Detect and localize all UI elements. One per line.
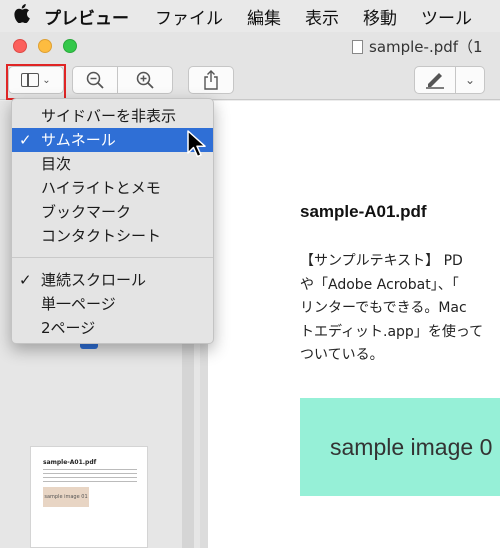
menu-app-name[interactable]: プレビュー <box>44 4 129 29</box>
menu-item-label: ハイライトとメモ <box>41 179 161 197</box>
menu-item-table-of-contents[interactable]: 目次 <box>12 152 213 176</box>
menu-item-label: 連続スクロール <box>41 271 147 289</box>
menu-item-thumbnails[interactable]: ✓ サムネール <box>12 128 213 152</box>
menu-item-continuous-scroll[interactable]: ✓ 連続スクロール <box>12 268 213 292</box>
markup-options-button[interactable]: ⌄ <box>455 66 485 94</box>
share-button[interactable] <box>188 66 234 94</box>
menu-item-label: 単一ページ <box>41 295 116 313</box>
window-title: sample-.pdf（1 <box>352 36 483 57</box>
document-line: 【サンプルテキスト】 PD <box>300 253 463 269</box>
share-icon <box>204 70 218 90</box>
thumbnail-text-lines <box>43 469 137 483</box>
markup-button[interactable] <box>414 66 456 94</box>
checkmark-icon: ✓ <box>19 131 32 149</box>
menu-item-single-page[interactable]: 単一ページ <box>12 292 213 316</box>
menu-go[interactable]: 移動 <box>363 4 397 29</box>
minimize-window-button[interactable] <box>38 39 52 53</box>
pen-icon <box>426 73 444 89</box>
window-title-text: sample-.pdf（1 <box>369 38 483 56</box>
document-line: トエディット.app」を使って <box>300 323 484 340</box>
menu-item-two-pages[interactable]: 2ページ <box>12 316 213 340</box>
menu-item-label: サムネール <box>41 131 116 149</box>
menu-item-label: コンタクトシート <box>41 227 162 245</box>
page-thumbnail[interactable]: sample-A01.pdf sample image 01 <box>30 446 148 548</box>
menu-item-label: 2ページ <box>41 319 96 337</box>
menu-item-label: 目次 <box>41 155 72 173</box>
document-heading: sample-A01.pdf <box>300 202 427 221</box>
document-body: 【サンプルテキスト】 PD や「Adobe Acrobat」、「 リンターでもで… <box>300 250 500 368</box>
document-icon <box>352 40 363 54</box>
mouse-cursor-icon <box>187 130 206 158</box>
menu-bar: プレビュー ファイル 編集 表示 移動 ツール <box>0 0 500 32</box>
zoom-window-button[interactable] <box>63 39 77 53</box>
sidebar-options-menu: サイドバーを非表示 ✓ サムネール 目次 ハイライトとメモ ブックマーク コンタ… <box>11 98 214 344</box>
toolbar: ⌄ ⌄ <box>0 60 500 100</box>
menu-view[interactable]: 表示 <box>305 4 339 29</box>
menu-separator <box>12 257 213 258</box>
thumbnail-image: sample image 01 <box>43 487 89 507</box>
menu-tools[interactable]: ツール <box>421 4 472 29</box>
zoom-out-icon <box>86 71 104 89</box>
menu-item-bookmarks[interactable]: ブックマーク <box>12 200 213 224</box>
document-image: sample image 0 <box>300 398 500 496</box>
sidebar-scrollbar[interactable] <box>182 331 194 548</box>
document-line: ついている。 <box>300 347 384 363</box>
thumbnail-title: sample-A01.pdf <box>43 459 97 466</box>
zoom-out-button[interactable] <box>72 66 118 94</box>
menu-item-label: ブックマーク <box>41 203 132 221</box>
close-window-button[interactable] <box>13 39 27 53</box>
menu-file[interactable]: ファイル <box>155 4 223 29</box>
menu-item-label: サイドバーを非表示 <box>41 107 177 125</box>
document-line: リンターでもできる。Mac <box>300 300 467 316</box>
zoom-in-icon <box>136 71 154 89</box>
menu-edit[interactable]: 編集 <box>247 4 281 29</box>
checkmark-icon: ✓ <box>19 271 32 289</box>
zoom-in-button[interactable] <box>117 66 173 94</box>
menu-item-contact-sheet[interactable]: コンタクトシート <box>12 224 213 248</box>
document-image-label: sample image 0 <box>330 433 493 460</box>
menu-item-highlights-notes[interactable]: ハイライトとメモ <box>12 176 213 200</box>
sidebar-button-highlight <box>6 64 66 100</box>
menu-item-hide-sidebar[interactable]: サイドバーを非表示 <box>12 104 213 128</box>
chevron-down-icon: ⌄ <box>464 73 476 87</box>
document-line: や「Adobe Acrobat」、「 <box>300 276 459 293</box>
apple-logo-icon[interactable] <box>0 4 44 28</box>
